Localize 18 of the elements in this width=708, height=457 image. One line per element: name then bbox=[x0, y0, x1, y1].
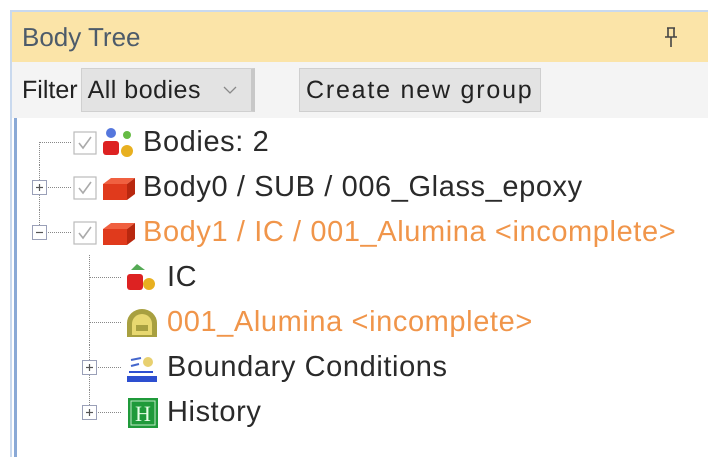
expand-toggle[interactable] bbox=[82, 405, 97, 420]
checkbox[interactable] bbox=[73, 130, 97, 154]
tree-item-label[interactable]: Boundary Conditions bbox=[167, 351, 448, 384]
tree-item-label[interactable]: Body0 / SUB / 006_Glass_epoxy bbox=[143, 171, 583, 204]
tree-item-label[interactable]: History bbox=[167, 396, 262, 429]
create-group-button[interactable]: Create new group bbox=[298, 68, 540, 112]
checkbox[interactable] bbox=[73, 176, 97, 200]
pin-icon[interactable] bbox=[664, 26, 678, 48]
panel-title: Body Tree bbox=[22, 22, 141, 52]
filter-dropdown[interactable]: All bodies bbox=[80, 68, 255, 112]
checkbox[interactable] bbox=[73, 220, 97, 244]
tree-item-label[interactable]: IC bbox=[167, 261, 198, 294]
expand-toggle[interactable] bbox=[82, 360, 97, 375]
filter-label: Filter bbox=[22, 76, 78, 104]
expand-toggle[interactable] bbox=[32, 180, 47, 195]
chevron-icon bbox=[222, 86, 237, 94]
collapse-toggle[interactable] bbox=[32, 225, 47, 240]
tree-item-label[interactable]: Bodies: 2 bbox=[143, 126, 270, 159]
